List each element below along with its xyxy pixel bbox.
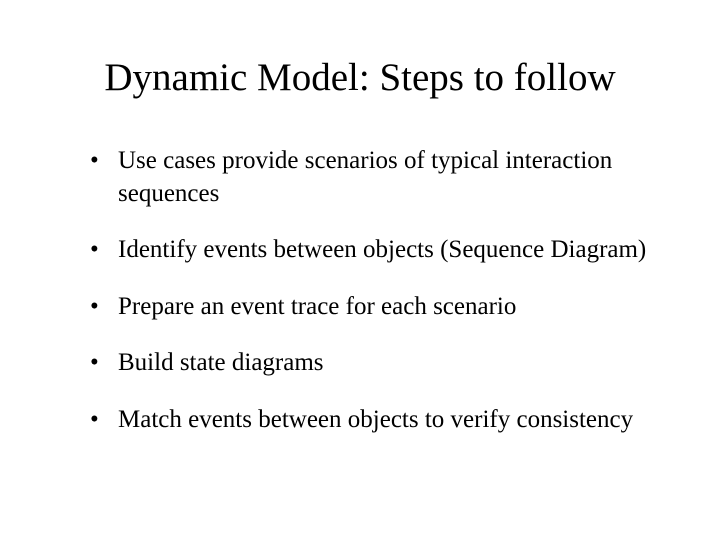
- list-item: Use cases provide scenarios of typical i…: [90, 145, 660, 210]
- list-item: Prepare an event trace for each scenario: [90, 291, 660, 324]
- list-item: Match events between objects to verify c…: [90, 404, 660, 437]
- slide-title: Dynamic Model: Steps to follow: [60, 55, 660, 100]
- list-item: Identify events between objects (Sequenc…: [90, 234, 660, 267]
- list-item: Build state diagrams: [90, 347, 660, 380]
- bullet-list: Use cases provide scenarios of typical i…: [60, 145, 660, 436]
